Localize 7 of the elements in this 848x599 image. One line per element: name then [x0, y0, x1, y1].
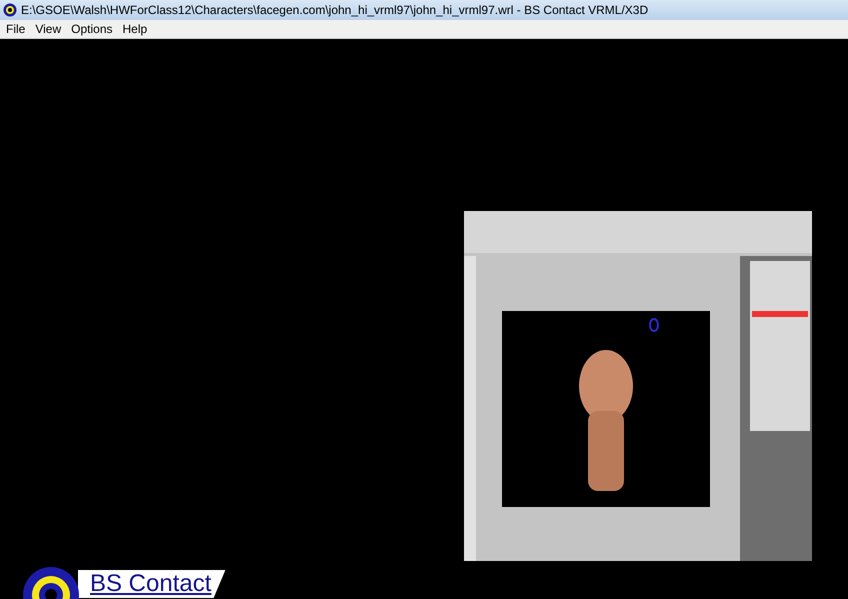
logo-text: BS Contact: [78, 570, 226, 598]
menu-item[interactable]: Options: [66, 20, 118, 38]
app-icon: [3, 3, 17, 17]
window-title: E:\GSOE\Walsh\HWForClass12\Characters\facegen.com\john_hi_vrml97\john_hi_vrml97.wrl - BS Contact VRML/X3D: [21, 2, 648, 19]
menu-item[interactable]: Help: [118, 20, 152, 38]
menu-item[interactable]: View: [30, 20, 66, 38]
menu-item[interactable]: File: [1, 20, 30, 38]
